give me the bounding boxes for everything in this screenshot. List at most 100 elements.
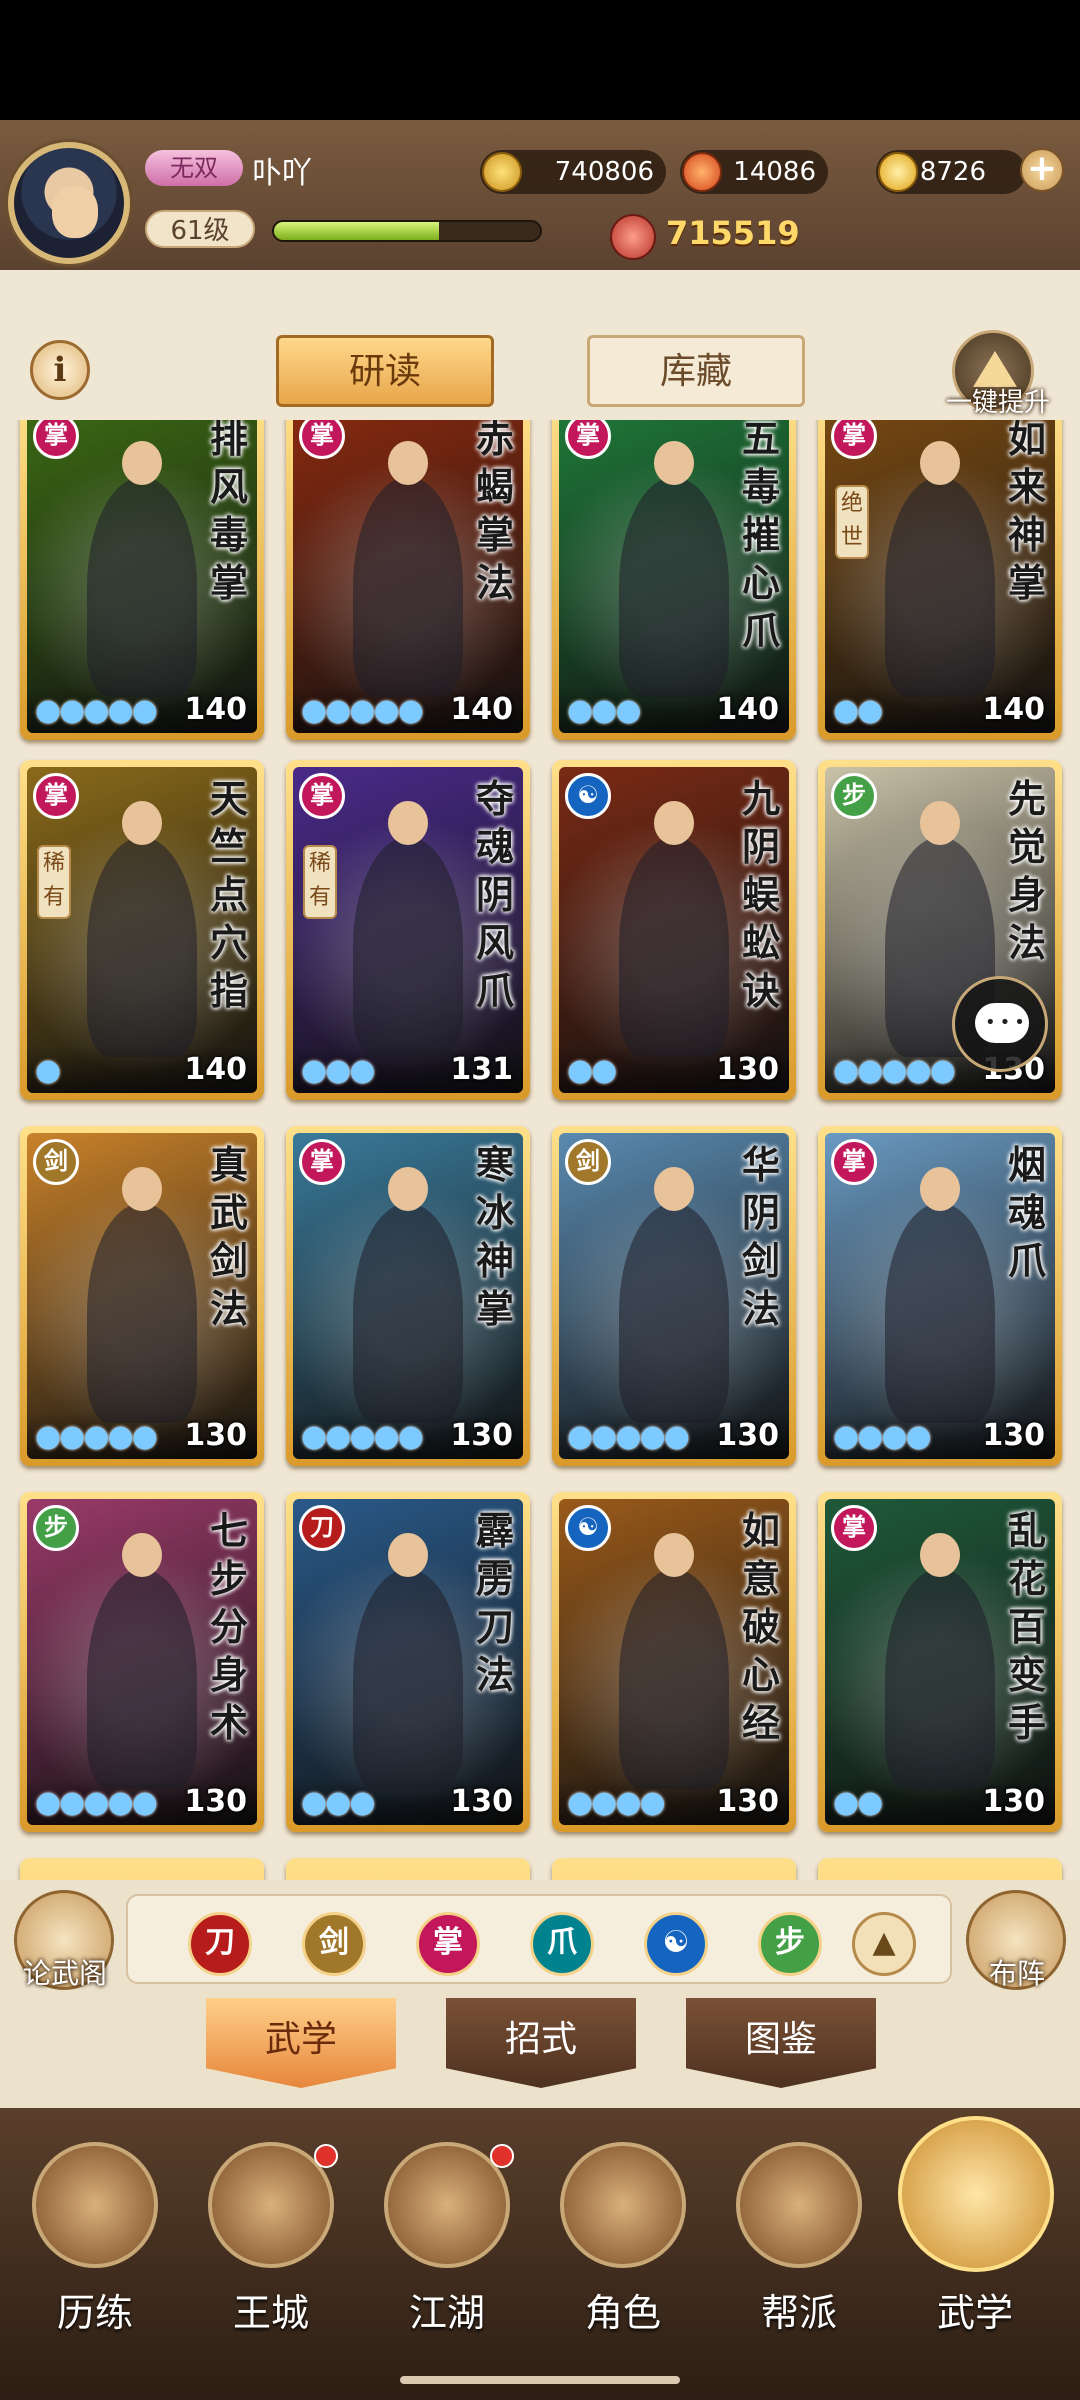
skill-card[interactable]: 步 七步分身术 ●●●●● 130 xyxy=(20,1492,264,1832)
skill-card[interactable]: 掌 乱花百变手 ●● 130 xyxy=(818,1492,1062,1832)
school-filter-bar: 论武阁 ▲ 刀剑掌爪 ☯ 步 布阵 xyxy=(0,1880,1080,1998)
skill-name: 五毒摧心爪 xyxy=(741,420,780,653)
nav-trials-label: 历练 xyxy=(56,2291,133,2335)
nav-character[interactable]: 角色 xyxy=(538,2132,708,2372)
card-art: 掌 五毒摧心爪 ●●● 140 xyxy=(559,420,789,733)
skill-card[interactable]: 掌 五毒摧心爪 ●●● 140 xyxy=(552,420,796,740)
info-button[interactable]: i xyxy=(30,340,90,400)
nav-character-label: 角色 xyxy=(584,2291,661,2335)
card-character xyxy=(885,441,995,697)
skill-card-partial[interactable] xyxy=(20,1858,264,1880)
upgrade-filter-icon[interactable]: ▲ xyxy=(852,1912,916,1976)
skill-card[interactable]: 掌 赤蝎掌法 ●●●●● 140 xyxy=(286,420,530,740)
skill-card-partial[interactable] xyxy=(552,1858,796,1880)
card-character xyxy=(87,801,197,1057)
nav-martial[interactable]: 武学 xyxy=(890,2116,1060,2372)
rarity-tag: 稀有 xyxy=(303,845,337,919)
nav-city[interactable]: 王城 xyxy=(186,2132,356,2372)
player-avatar[interactable] xyxy=(8,142,130,264)
home-indicator[interactable] xyxy=(400,2376,680,2384)
title-badge: 无双 xyxy=(145,150,243,186)
nav-city-label: 王城 xyxy=(232,2291,309,2335)
card-art: ☯ 九阴蜈蚣诀 ●● 130 xyxy=(559,767,789,1093)
card-character xyxy=(885,1167,995,1423)
skill-level: 131 xyxy=(450,1052,513,1087)
flame-counter[interactable]: 14086 xyxy=(680,150,828,194)
sword-school-icon: 剑 xyxy=(33,1139,79,1185)
claw-school-filter[interactable]: 爪 xyxy=(530,1912,594,1976)
notification-dot xyxy=(490,2144,514,2168)
skill-card[interactable]: 剑 华阴剑法 ●●●●● 130 xyxy=(552,1126,796,1466)
tab-study[interactable]: 研读 xyxy=(276,335,494,407)
skill-card[interactable]: ☯ 如意破心经 ●●●● 130 xyxy=(552,1492,796,1832)
nav-jianghu[interactable]: 江湖 xyxy=(362,2132,532,2372)
star-pips: ●● xyxy=(833,1785,883,1820)
sword-school-filter[interactable]: 剑 xyxy=(302,1912,366,1976)
subtab-moves[interactable]: 招式 xyxy=(446,1998,636,2088)
skill-name: 九阴蜈蚣诀 xyxy=(741,776,780,1013)
skill-card[interactable]: 剑 真武剑法 ●●●●● 130 xyxy=(20,1126,264,1466)
skill-card[interactable]: 掌 排风毒掌 ●●●●● 140 xyxy=(20,420,264,740)
card-art: 掌稀有 夺魂阴风爪 ●●● 131 xyxy=(293,767,523,1093)
yin-school-filter[interactable]: ☯ xyxy=(644,1912,708,1976)
yin-school-icon: ☯ xyxy=(565,773,611,819)
subtab-martial[interactable]: 武学 xyxy=(206,1998,396,2088)
star-pips: ●●●●● xyxy=(567,1419,690,1454)
skill-level: 140 xyxy=(982,692,1045,727)
player-header: 无双 卟吖 61级 740806 14086 8726 + 715519 xyxy=(0,120,1080,270)
card-character xyxy=(87,1167,197,1423)
ingot-counter[interactable]: 8726 xyxy=(876,150,1026,194)
skill-name: 烟魂爪 xyxy=(1007,1142,1046,1283)
coin-value: 740806 xyxy=(554,157,654,187)
card-art: 剑 华阴剑法 ●●●●● 130 xyxy=(559,1133,789,1459)
card-character xyxy=(87,441,197,697)
skill-level: 130 xyxy=(716,1418,779,1453)
star-pips: ●●● xyxy=(301,1785,376,1820)
card-art: 掌稀有 天竺点穴指 ● 140 xyxy=(27,767,257,1093)
skill-card[interactable]: 掌绝世 如来神掌 ●● 140 xyxy=(818,420,1062,740)
palm-school-icon: 掌 xyxy=(299,420,345,459)
nav-martial-label: 武学 xyxy=(936,2291,1013,2335)
skill-card[interactable]: 刀 霹雳刀法 ●●● 130 xyxy=(286,1492,530,1832)
player-level: 61级 xyxy=(145,210,255,248)
palm-school-icon: 掌 xyxy=(831,420,877,459)
coin-icon xyxy=(482,152,522,192)
skill-card[interactable]: 掌稀有 夺魂阴风爪 ●●● 131 xyxy=(286,760,530,1100)
nav-guild[interactable]: 帮派 xyxy=(714,2132,884,2372)
star-pips: ●● xyxy=(567,1053,617,1088)
skill-card-partial[interactable] xyxy=(818,1858,1062,1880)
skill-card[interactable]: 掌 寒冰神掌 ●●●●● 130 xyxy=(286,1126,530,1466)
chat-button[interactable]: ••• xyxy=(952,976,1048,1072)
skill-card-partial[interactable] xyxy=(286,1858,530,1880)
notification-dot xyxy=(314,2144,338,2168)
nav-guild-icon xyxy=(736,2142,862,2268)
coin-counter[interactable]: 740806 xyxy=(480,150,666,194)
skill-card[interactable]: 掌稀有 天竺点穴指 ● 140 xyxy=(20,760,264,1100)
star-pips: ●●●●● xyxy=(833,1053,956,1088)
skill-card[interactable]: 掌 烟魂爪 ●●●● 130 xyxy=(818,1126,1062,1466)
star-pips: ●● xyxy=(833,693,883,728)
rarity-tag: 稀有 xyxy=(37,845,71,919)
star-pips: ●●●●● xyxy=(35,693,158,728)
skill-level: 130 xyxy=(982,1784,1045,1819)
card-art: 掌绝世 如来神掌 ●● 140 xyxy=(825,420,1055,733)
nav-trials[interactable]: 历练 xyxy=(10,2132,180,2372)
formation-label: 布阵 xyxy=(988,1957,1045,1990)
skill-level: 140 xyxy=(184,1052,247,1087)
step-school-filter[interactable]: 步 xyxy=(758,1912,822,1976)
skill-name: 先觉身法 xyxy=(1007,776,1046,965)
skill-name: 寒冰神掌 xyxy=(475,1142,514,1331)
add-ingot-button[interactable]: + xyxy=(1020,148,1064,192)
blade-school-filter[interactable]: 刀 xyxy=(188,1912,252,1976)
upgrade-all-label: 一键提升 xyxy=(945,388,1050,418)
skill-name: 霹雳刀法 xyxy=(475,1508,514,1697)
nav-martial-icon xyxy=(898,2116,1054,2272)
power-value: 715519 xyxy=(666,214,800,252)
palm-school-icon: 掌 xyxy=(33,773,79,819)
subtab-atlas[interactable]: 图鉴 xyxy=(686,1998,876,2088)
tab-collection[interactable]: 库藏 xyxy=(587,335,805,407)
skill-card[interactable]: ☯ 九阴蜈蚣诀 ●● 130 xyxy=(552,760,796,1100)
star-pips: ●●●●● xyxy=(301,1419,424,1454)
palm-school-filter[interactable]: 掌 xyxy=(416,1912,480,1976)
skill-level: 130 xyxy=(716,1052,779,1087)
